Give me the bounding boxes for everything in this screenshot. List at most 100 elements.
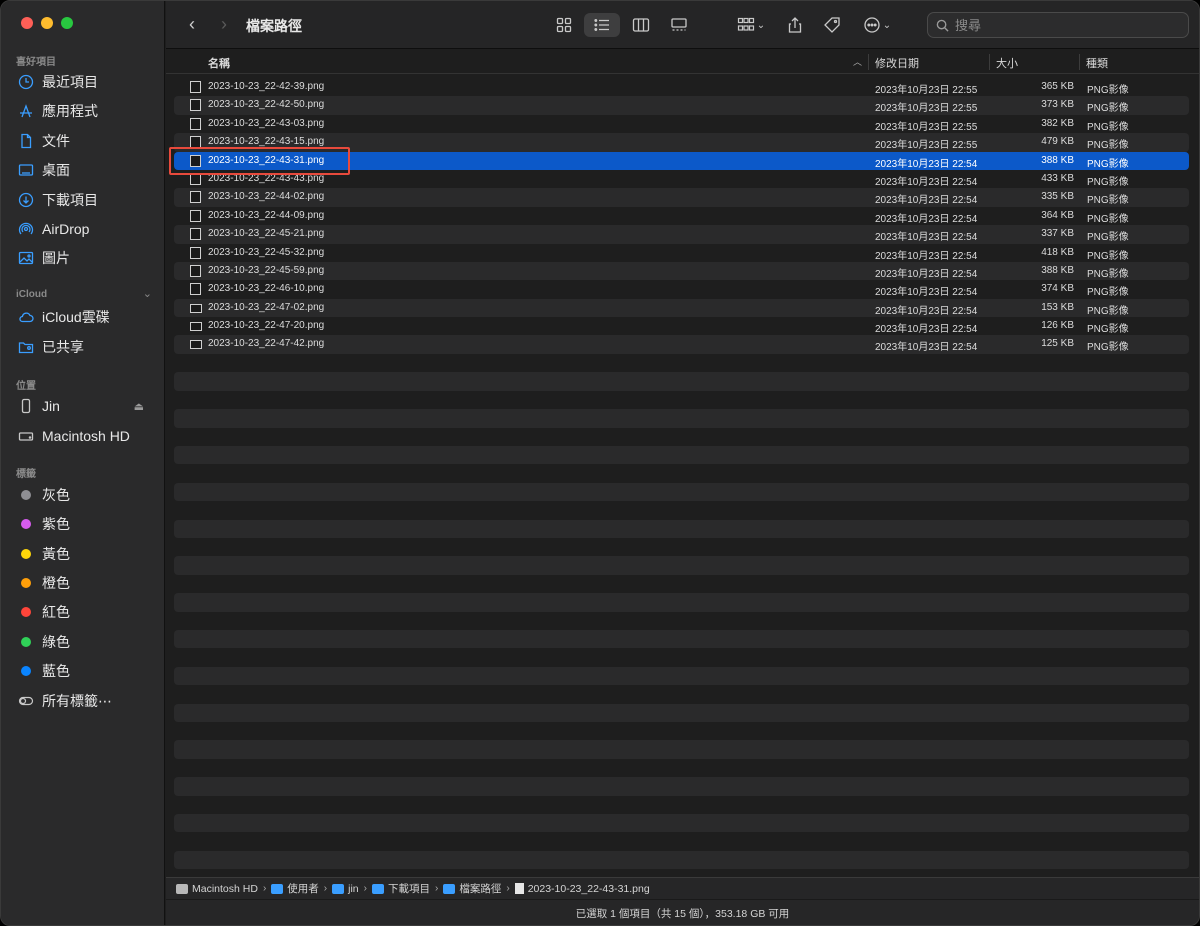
file-name: 2023-10-23_22-45-21.png <box>208 228 325 240</box>
table-row[interactable]: 2023-10-23_22-45-32.png 2023年10月23日 22:5… <box>174 244 1189 262</box>
empty-row-stripe <box>174 519 1189 538</box>
chevron-down-icon[interactable]: ⌄ <box>143 287 152 300</box>
file-size: 388 KB <box>1041 154 1074 166</box>
file-kind: PNG影像 <box>1087 324 1129 336</box>
table-row[interactable]: 2023-10-23_22-45-21.png 2023年10月23日 22:5… <box>174 225 1189 244</box>
more-actions-button[interactable]: ⌄ <box>860 13 894 37</box>
empty-row-stripe <box>174 630 1189 649</box>
sidebar-tag-blue[interactable]: 藍色 <box>17 658 154 684</box>
png-file-icon <box>190 340 202 350</box>
close-window-button[interactable] <box>21 17 33 29</box>
tags-button[interactable] <box>820 13 844 37</box>
file-size: 382 KB <box>1041 117 1074 129</box>
tag-dot-icon <box>17 633 35 651</box>
file-name: 2023-10-23_22-46-10.png <box>208 283 325 295</box>
sidebar-item-label: iCloud雲碟 <box>42 309 110 325</box>
column-header-date[interactable]: 修改日期 <box>875 55 919 71</box>
sidebar-item-desktop[interactable]: 桌面 <box>17 157 154 183</box>
sidebar-item-recents[interactable]: 最近項目 <box>17 69 154 95</box>
path-item-folder[interactable]: 檔案路徑 <box>443 881 501 896</box>
back-button[interactable]: ‹ <box>182 13 202 35</box>
file-kind: PNG影像 <box>1087 85 1129 96</box>
folder-icon <box>372 883 384 894</box>
column-header-name[interactable]: 名稱 <box>208 55 230 71</box>
table-row[interactable]: 2023-10-23_22-42-39.png 2023年10月23日 22:5… <box>174 78 1189 96</box>
empty-row-stripe <box>174 409 1189 428</box>
sidebar-item-jin[interactable]: Jin ⏏ <box>17 393 154 419</box>
file-date: 2023年10月23日 22:54 <box>875 268 978 280</box>
airdrop-icon <box>17 220 35 238</box>
sidebar-tag-gray[interactable]: 灰色 <box>17 482 154 508</box>
file-kind: PNG影像 <box>1087 158 1129 170</box>
path-separator: › <box>262 883 267 894</box>
sidebar-item-pictures[interactable]: 圖片 <box>17 245 154 271</box>
tag-dot-icon <box>17 662 35 680</box>
eject-icon[interactable]: ⏏ <box>134 400 144 413</box>
file-size: 126 KB <box>1041 320 1074 332</box>
minimize-window-button[interactable] <box>41 17 53 29</box>
sidebar-item-label: 桌面 <box>42 162 70 178</box>
sidebar-item-label: 所有標籤⋯ <box>42 693 112 709</box>
file-name: 2023-10-23_22-43-15.png <box>208 136 325 148</box>
table-row[interactable]: 2023-10-23_22-47-20.png 2023年10月23日 22:5… <box>174 317 1189 335</box>
sidebar-item-label: 應用程式 <box>42 103 98 119</box>
table-row[interactable]: 2023-10-23_22-45-59.png 2023年10月23日 22:5… <box>174 261 1189 281</box>
sidebar-item-airdrop[interactable]: AirDrop <box>17 216 154 242</box>
status-bar: 已選取 1 個項目（共 15 個），353.18 GB 可用 <box>166 899 1199 925</box>
path-item-users[interactable]: 使用者 <box>271 881 319 896</box>
sidebar-item-applications[interactable]: 應用程式 <box>17 98 154 124</box>
window-title: 檔案路徑 <box>246 18 302 34</box>
tag-dot-icon <box>17 515 35 533</box>
search-field[interactable] <box>927 12 1189 38</box>
table-row[interactable]: 2023-10-23_22-43-03.png 2023年10月23日 22:5… <box>174 115 1189 133</box>
column-header-kind[interactable]: 種類 <box>1086 55 1108 71</box>
sidebar-item-label: 已共享 <box>42 339 84 355</box>
folder-icon <box>443 883 456 894</box>
sidebar-tag-yellow[interactable]: 黃色 <box>17 541 154 567</box>
png-file-icon <box>190 191 201 204</box>
sidebar-tag-red[interactable]: 紅色 <box>17 599 154 625</box>
empty-row-stripe <box>174 850 1189 870</box>
disk-icon <box>176 883 188 894</box>
sidebar-item-label: 圖片 <box>42 250 70 266</box>
search-input[interactable] <box>955 17 1175 33</box>
sidebar-item-documents[interactable]: 文件 <box>17 128 154 154</box>
table-row[interactable]: 2023-10-23_22-46-10.png 2023年10月23日 22:5… <box>174 280 1189 298</box>
path-item-jin[interactable]: jin <box>332 883 359 895</box>
grid-icon <box>556 17 572 33</box>
table-row[interactable]: 2023-10-23_22-42-50.png 2023年10月23日 22:5… <box>174 96 1189 115</box>
clock-icon <box>17 73 35 91</box>
file-date: 2023年10月23日 22:55 <box>875 121 978 133</box>
table-row[interactable]: 2023-10-23_22-44-02.png 2023年10月23日 22:5… <box>174 188 1189 207</box>
path-label: Macintosh HD <box>192 882 258 895</box>
forward-button[interactable]: › <box>214 13 234 35</box>
empty-row-stripe <box>174 777 1189 796</box>
gallery-view-button[interactable] <box>666 13 692 37</box>
sidebar-tag-orange[interactable]: 橙色 <box>17 570 154 596</box>
sidebar-item-macintosh-hd[interactable]: Macintosh HD <box>17 423 154 449</box>
path-item-downloads[interactable]: 下載項目 <box>372 881 430 896</box>
zoom-window-button[interactable] <box>61 17 73 29</box>
file-size: 374 KB <box>1041 283 1074 295</box>
sidebar-item-shared[interactable]: 已共享 <box>17 334 154 360</box>
icon-view-button[interactable] <box>551 13 577 37</box>
sidebar-tag-purple[interactable]: 紫色 <box>17 511 154 537</box>
table-row[interactable]: 2023-10-23_22-47-02.png 2023年10月23日 22:5… <box>174 298 1189 318</box>
path-item-macintosh-hd[interactable]: Macintosh HD <box>176 883 258 895</box>
sidebar-tag-green[interactable]: 綠色 <box>17 629 154 655</box>
column-view-button[interactable] <box>628 13 654 37</box>
sidebar-item-icloud-drive[interactable]: iCloud雲碟 <box>17 304 154 330</box>
table-row[interactable]: 2023-10-23_22-47-42.png 2023年10月23日 22:5… <box>174 335 1189 354</box>
all-tags-icon <box>17 692 35 710</box>
group-by-button[interactable]: ⌄ <box>732 13 770 37</box>
sidebar: 喜好項目 最近項目 應用程式 文件 桌面 下載項目 AirDrop 圖片 iCl… <box>1 1 165 925</box>
column-header-size[interactable]: 大小 <box>996 55 1018 71</box>
sidebar-all-tags[interactable]: 所有標籤⋯ <box>17 688 154 714</box>
path-item-file[interactable]: 2023-10-23_22-43-31.png <box>514 883 650 895</box>
table-row[interactable]: 2023-10-23_22-44-09.png 2023年10月23日 22:5… <box>174 207 1189 225</box>
sidebar-item-downloads[interactable]: 下載項目 <box>17 187 154 213</box>
columns-icon <box>632 18 650 32</box>
file-name: 2023-10-23_22-44-09.png <box>208 209 325 221</box>
share-button[interactable] <box>784 13 806 37</box>
list-view-button[interactable] <box>584 13 620 37</box>
